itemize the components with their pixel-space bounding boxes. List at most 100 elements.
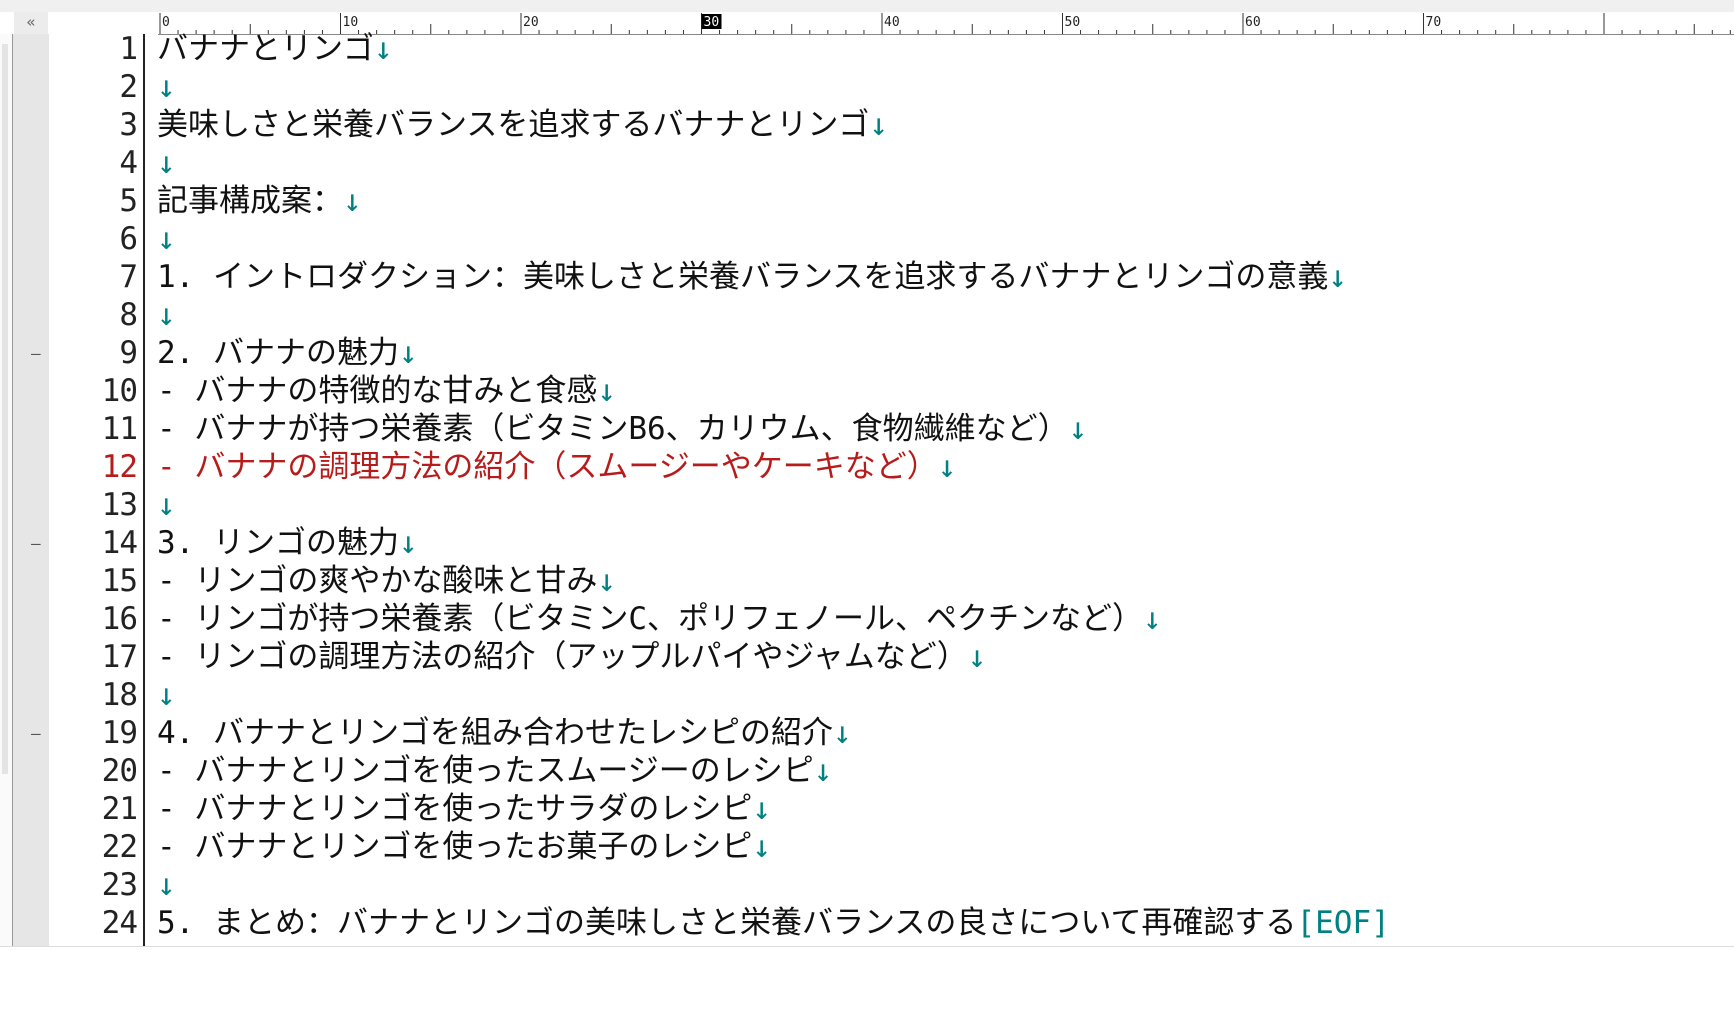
editor-line[interactable]: ↓: [157, 68, 176, 106]
editor-line[interactable]: - リンゴが持つ栄養素（ビタミンC、ポリフェノール、ペクチンなど）↓: [157, 600, 1162, 638]
line-text: - バナナとリンゴを使ったサラダのレシピ: [157, 791, 753, 827]
editor-line[interactable]: - バナナの調理方法の紹介（スムージーやケーキなど）↓: [157, 448, 956, 486]
editor-line[interactable]: 1. イントロダクション：美味しさと栄養バランスを追求するバナナとリンゴの意義↓: [157, 258, 1347, 296]
line-break-icon: ↓: [157, 221, 176, 257]
editor-line[interactable]: ↓: [157, 486, 176, 524]
editor-line[interactable]: - バナナが持つ栄養素（ビタミンB6、カリウム、食物繊維など）↓: [157, 410, 1087, 448]
editor-line[interactable]: 4. バナナとリンゴを組み合わせたレシピの紹介↓: [157, 714, 852, 752]
line-number: 21: [101, 791, 138, 827]
line-text: 1. イントロダクション：美味しさと栄養バランスを追求するバナナとリンゴの意義: [157, 259, 1329, 295]
line-text: 2. バナナの魅力: [157, 335, 399, 371]
ruler-label: 50: [1065, 15, 1081, 30]
line-break-icon: ↓: [752, 829, 771, 865]
line-break-icon: ↓: [399, 335, 418, 371]
line-number: 6: [119, 221, 138, 257]
editor-line[interactable]: - バナナとリンゴを使ったスムージーのレシピ↓: [157, 752, 832, 790]
line-number: 17: [101, 639, 138, 675]
line-number: 20: [101, 753, 138, 789]
editor-text-area[interactable]: バナナとリンゴ↓ ↓ 美味しさと栄養バランスを追求するバナナとリンゴ↓ ↓ 記事構成案：…: [145, 31, 1734, 946]
line-number: 1: [119, 31, 138, 67]
line-number: 4: [119, 145, 138, 181]
editor-line[interactable]: ↓: [157, 144, 176, 182]
editor-line[interactable]: バナナとリンゴ↓: [157, 30, 393, 68]
ruler-label: 40: [884, 15, 900, 30]
editor-line[interactable]: 5. まとめ：バナナとリンゴの美味しさと栄養バランスの良さについて再確認する[E…: [157, 904, 1390, 942]
line-text: - リンゴが持つ栄養素（ビタミンC、ポリフェノール、ペクチンなど）: [157, 601, 1143, 637]
editor-line[interactable]: - リンゴの調理方法の紹介（アップルパイやジャムなど）↓: [157, 638, 986, 676]
line-number: 2: [119, 69, 138, 105]
line-number: 11: [101, 411, 138, 447]
line-break-icon: ↓: [157, 69, 176, 105]
line-text: 記事構成案：: [157, 183, 343, 219]
editor-line[interactable]: ↓: [157, 220, 176, 258]
line-text: - リンゴの爽やかな酸味と甘み: [157, 563, 598, 599]
line-break-icon: ↓: [937, 449, 957, 485]
line-number: 8: [119, 297, 138, 333]
line-text: - バナナとリンゴを使ったスムージーのレシピ: [157, 753, 814, 789]
line-break-icon: ↓: [157, 297, 176, 333]
line-break-icon: ↓: [157, 145, 176, 181]
fold-gutter[interactable]: – – –: [13, 34, 49, 946]
line-number: 19: [101, 715, 138, 751]
line-number: 10: [101, 373, 138, 409]
line-break-icon: ↓: [597, 373, 616, 409]
editor-line[interactable]: ↓: [157, 676, 176, 714]
column-ruler[interactable]: 0 10 20 30 40 50 60 70: [158, 12, 1734, 35]
line-break-icon: ↓: [1068, 411, 1088, 447]
line-number-column[interactable]: 1 2 3 4 5 6 7 8 9 10 11 12 13 14 15 16 17 18 19 20 21 22 23 24: [49, 31, 143, 946]
line-number: 22: [101, 829, 138, 865]
line-text: 美味しさと栄養バランスを追求するバナナとリンゴ: [157, 107, 870, 143]
window-top-strip: [0, 0, 1734, 12]
line-break-icon: ↓: [157, 677, 176, 713]
ruler-label: 70: [1426, 15, 1442, 30]
editor-line[interactable]: - バナナとリンゴを使ったお菓子のレシピ↓: [157, 828, 771, 866]
editor-blank-area[interactable]: [0, 946, 1734, 1023]
line-break-icon: ↓: [597, 563, 616, 599]
fold-marker-icon[interactable]: –: [31, 726, 41, 742]
line-number: 24: [101, 905, 138, 941]
ruler-label: 0: [162, 15, 170, 30]
end-of-file-marker: [EOF]: [1296, 905, 1390, 941]
editor-line[interactable]: ↓: [157, 866, 176, 904]
line-text: 3. リンゴの魅力: [157, 525, 399, 561]
line-break-icon: ↓: [157, 867, 176, 903]
line-break-icon: ↓: [813, 753, 833, 789]
left-scroll-strip[interactable]: [2, 44, 8, 774]
line-text: - バナナとリンゴを使ったお菓子のレシピ: [157, 829, 753, 865]
editor-line[interactable]: - リンゴの爽やかな酸味と甘み↓: [157, 562, 616, 600]
line-break-icon: ↓: [343, 183, 362, 219]
ruler-label: 60: [1245, 15, 1261, 30]
ruler-ticks: 0 10 20 30 40 50 60 70: [159, 13, 1731, 34]
editor-line[interactable]: 3. リンゴの魅力↓: [157, 524, 418, 562]
line-break-icon: ↓: [869, 107, 889, 143]
line-break-icon: ↓: [833, 715, 852, 751]
editor-line[interactable]: 2. バナナの魅力↓: [157, 334, 418, 372]
line-text: - リンゴの調理方法の紹介（アップルパイやジャムなど）: [157, 639, 968, 675]
fold-marker-icon[interactable]: –: [31, 346, 41, 362]
editor-line[interactable]: ↓: [157, 296, 176, 334]
line-break-icon: ↓: [967, 639, 987, 675]
line-number: 23: [101, 867, 138, 903]
editor-line[interactable]: - バナナの特徴的な甘みと食感↓: [157, 372, 616, 410]
editor-line[interactable]: 記事構成案：↓: [157, 182, 362, 220]
fold-marker-icon[interactable]: –: [31, 536, 41, 552]
line-break-icon: ↓: [399, 525, 418, 561]
line-number: 9: [119, 335, 138, 371]
editor-line[interactable]: - バナナとリンゴを使ったサラダのレシピ↓: [157, 790, 771, 828]
line-break-icon: ↓: [374, 31, 393, 67]
line-number: 3: [119, 107, 138, 143]
line-text: - バナナの調理方法の紹介（スムージーやケーキなど）: [157, 449, 938, 485]
line-break-icon: ↓: [1143, 601, 1162, 637]
line-number: 12: [101, 449, 138, 485]
fold-all-toggle-button[interactable]: «: [14, 12, 48, 34]
ruler-label: 10: [343, 15, 359, 30]
line-break-icon: ↓: [157, 487, 176, 523]
editor-line[interactable]: 美味しさと栄養バランスを追求するバナナとリンゴ↓: [157, 106, 888, 144]
line-break-icon: ↓: [752, 791, 771, 827]
line-text: - バナナが持つ栄養素（ビタミンB6、カリウム、食物繊維など）: [157, 411, 1069, 447]
line-number: 16: [101, 601, 138, 637]
line-number: 18: [101, 677, 138, 713]
line-number: 14: [101, 525, 138, 561]
left-window-frame: [0, 34, 13, 1022]
line-text: 5. まとめ：バナナとリンゴの美味しさと栄養バランスの良さについて再確認する: [157, 905, 1297, 941]
